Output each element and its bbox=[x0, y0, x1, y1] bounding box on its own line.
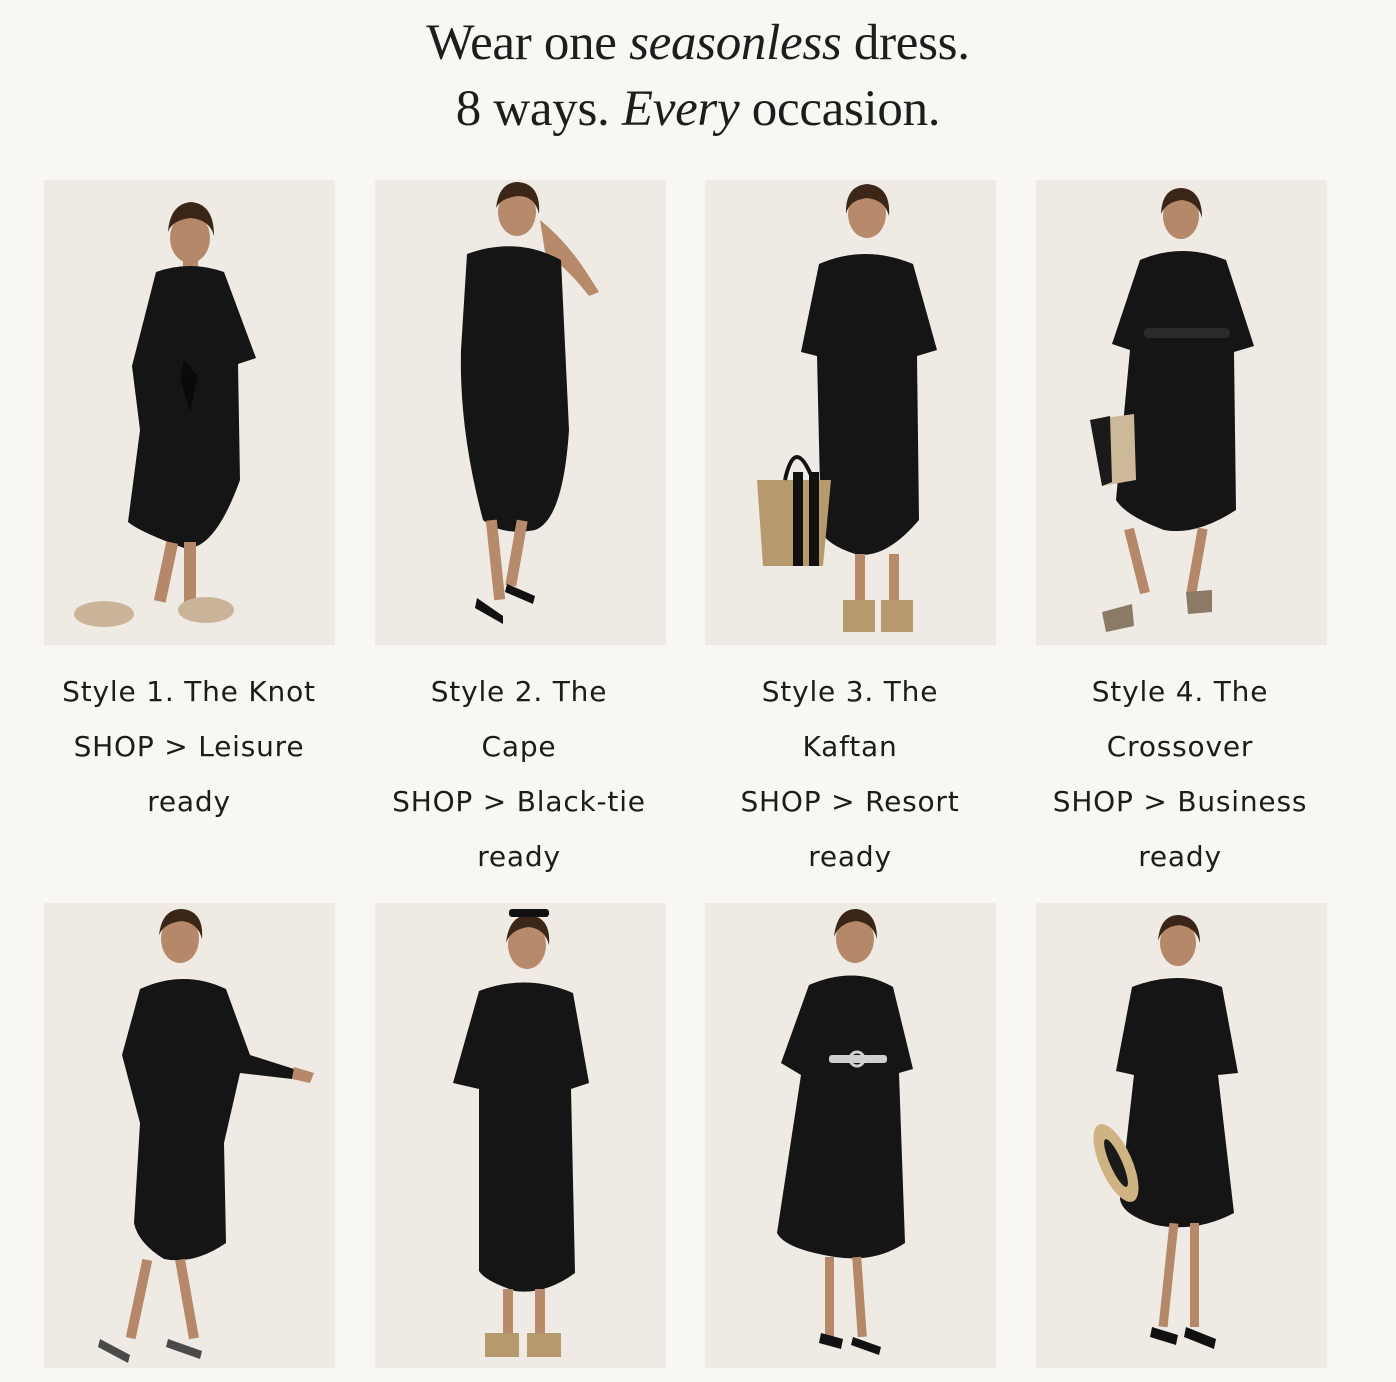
style-5-image[interactable] bbox=[44, 903, 335, 1368]
style-6-image[interactable] bbox=[375, 903, 666, 1368]
style-2-caption: Style 2. The Cape SHOP > Black-tie ready bbox=[354, 664, 684, 884]
page-headline: Wear one seasonless dress. 8 ways. Every… bbox=[0, 10, 1396, 142]
style-1-shop-link[interactable]: SHOP > Leisure ready bbox=[39, 719, 339, 829]
style-1-image[interactable] bbox=[44, 180, 335, 645]
model-belt-illustration bbox=[777, 909, 913, 1355]
style-3-caption: Style 3. The Kaftan SHOP > Resort ready bbox=[685, 664, 1015, 884]
model-knot-illustration bbox=[74, 202, 256, 627]
style-4-caption: Style 4. The Crossover SHOP > Business r… bbox=[1015, 664, 1345, 884]
style-4-shop-link[interactable]: SHOP > Business ready bbox=[1025, 774, 1335, 884]
style-2-image[interactable] bbox=[375, 180, 666, 645]
style-3-title: Style 3. The Kaftan bbox=[761, 675, 939, 763]
style-8-image[interactable] bbox=[1036, 903, 1327, 1368]
style-4-image[interactable] bbox=[1036, 180, 1327, 645]
model-pocket-illustration bbox=[453, 909, 589, 1357]
style-3-shop-link[interactable]: SHOP > Resort ready bbox=[720, 774, 980, 884]
style-2-shop-link[interactable]: SHOP > Black-tie ready bbox=[369, 774, 669, 884]
headline-line-2: 8 ways. Every occasion. bbox=[455, 81, 941, 137]
model-cape-illustration bbox=[460, 182, 599, 624]
model-hat-illustration bbox=[1093, 915, 1238, 1349]
model-wrap-illustration bbox=[98, 909, 314, 1363]
style-1-caption: Style 1. The Knot SHOP > Leisure ready bbox=[24, 664, 354, 829]
page-bottom-edge bbox=[0, 1372, 1396, 1382]
headline-line-1: Wear one seasonless dress. bbox=[426, 15, 970, 71]
model-crossover-illustration bbox=[1090, 188, 1254, 632]
style-7-image[interactable] bbox=[705, 903, 996, 1368]
style-4-title: Style 4. The Crossover bbox=[1091, 675, 1269, 763]
style-2-title: Style 2. The Cape bbox=[430, 675, 608, 763]
style-1-title: Style 1. The Knot bbox=[62, 675, 316, 708]
model-kaftan-illustration bbox=[757, 184, 937, 632]
style-3-image[interactable] bbox=[705, 180, 996, 645]
